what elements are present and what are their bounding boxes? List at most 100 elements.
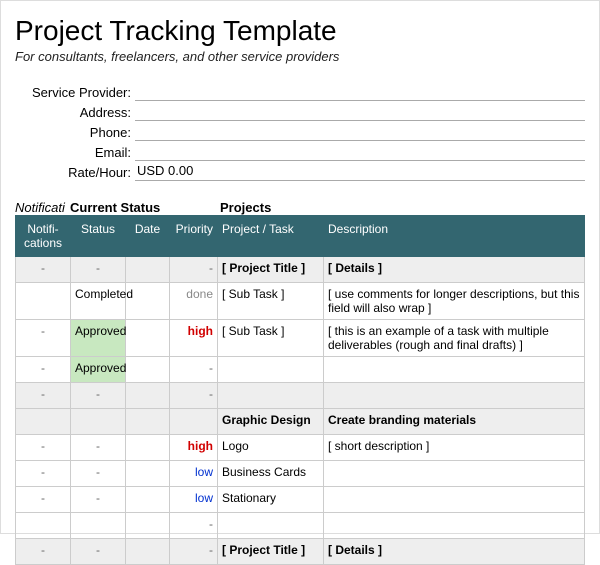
cell-status[interactable]: Completed (71, 283, 126, 320)
cell-project[interactable]: [ Project Title ] (218, 539, 324, 565)
col-date: Date (126, 216, 170, 257)
cell-project[interactable]: Graphic Design (218, 409, 324, 435)
cell-notif[interactable] (16, 409, 71, 435)
cell-notif[interactable] (16, 513, 71, 539)
cell-priority[interactable]: done (170, 283, 218, 320)
cell-desc[interactable] (324, 487, 585, 513)
group-projects: Projects (220, 200, 585, 215)
cell-status[interactable]: - (71, 383, 126, 409)
cell-status[interactable]: - (71, 487, 126, 513)
cell-desc[interactable] (324, 461, 585, 487)
cell-desc[interactable] (324, 513, 585, 539)
cell-status[interactable]: - (71, 461, 126, 487)
cell-status[interactable]: Approved (71, 320, 126, 357)
cell-project[interactable]: [ Sub Task ] (218, 283, 324, 320)
cell-priority[interactable]: - (170, 513, 218, 539)
cell-priority[interactable]: low (170, 487, 218, 513)
cell-notif[interactable]: - (16, 257, 71, 283)
cell-status[interactable] (71, 513, 126, 539)
table-section-row: Graphic DesignCreate branding materials (16, 409, 585, 435)
label-address: Address: (15, 105, 135, 120)
group-headers: Notificati Current Status Projects (15, 200, 585, 215)
table-section-row: ---[ Project Title ][ Details ] (16, 257, 585, 283)
cell-project[interactable]: Business Cards (218, 461, 324, 487)
cell-project[interactable] (218, 357, 324, 383)
cell-notif[interactable]: - (16, 539, 71, 565)
value-rate[interactable]: USD 0.00 (135, 163, 585, 181)
cell-notif[interactable]: - (16, 435, 71, 461)
cell-notif[interactable]: - (16, 357, 71, 383)
cell-notif[interactable]: - (16, 383, 71, 409)
label-email: Email: (15, 145, 135, 160)
value-address[interactable] (135, 103, 585, 121)
col-status: Status (71, 216, 126, 257)
label-rate: Rate/Hour: (15, 165, 135, 180)
cell-status[interactable] (71, 409, 126, 435)
label-phone: Phone: (15, 125, 135, 140)
project-table: Notifi-cations Status Date Priority Proj… (15, 215, 585, 565)
cell-status[interactable]: Approved (71, 357, 126, 383)
cell-desc[interactable]: [ Details ] (324, 539, 585, 565)
value-email[interactable] (135, 143, 585, 161)
cell-date[interactable] (126, 357, 170, 383)
page-subtitle: For consultants, freelancers, and other … (15, 49, 585, 64)
cell-priority[interactable]: high (170, 435, 218, 461)
value-phone[interactable] (135, 123, 585, 141)
cell-date[interactable] (126, 487, 170, 513)
table-row: -- lowStationary (16, 487, 585, 513)
cell-date[interactable] (126, 383, 170, 409)
cell-date[interactable] (126, 320, 170, 357)
cell-notif[interactable]: - (16, 461, 71, 487)
cell-project[interactable] (218, 513, 324, 539)
cell-priority[interactable]: - (170, 539, 218, 565)
cell-date[interactable] (126, 513, 170, 539)
cell-priority[interactable]: high (170, 320, 218, 357)
col-project: Project / Task (218, 216, 324, 257)
cell-date[interactable] (126, 539, 170, 565)
cell-desc[interactable] (324, 383, 585, 409)
cell-date[interactable] (126, 435, 170, 461)
cell-notif[interactable]: - (16, 320, 71, 357)
cell-date[interactable] (126, 409, 170, 435)
cell-date[interactable] (126, 461, 170, 487)
value-provider[interactable] (135, 83, 585, 101)
col-description: Description (324, 216, 585, 257)
cell-date[interactable] (126, 257, 170, 283)
table-row: - (16, 513, 585, 539)
table-row: -- highLogo[ short description ] (16, 435, 585, 461)
cell-priority[interactable]: - (170, 357, 218, 383)
cell-notif[interactable] (16, 283, 71, 320)
table-row: Completed done[ Sub Task ][ use comments … (16, 283, 585, 320)
cell-project[interactable]: Stationary (218, 487, 324, 513)
cell-status[interactable]: - (71, 257, 126, 283)
group-notifications: Notificati (15, 200, 70, 215)
col-priority: Priority (170, 216, 218, 257)
col-notifications: Notifi-cations (16, 216, 71, 257)
cell-priority[interactable]: - (170, 257, 218, 283)
cell-priority[interactable]: low (170, 461, 218, 487)
cell-project[interactable]: [ Sub Task ] (218, 320, 324, 357)
label-provider: Service Provider: (15, 85, 135, 100)
cell-notif[interactable]: - (16, 487, 71, 513)
group-status: Current Status (70, 200, 220, 215)
table-row: --- (16, 383, 585, 409)
table-header-row: Notifi-cations Status Date Priority Proj… (16, 216, 585, 257)
cell-status[interactable]: - (71, 539, 126, 565)
cell-priority[interactable] (170, 409, 218, 435)
table-row: -Approved- (16, 357, 585, 383)
cell-desc[interactable]: [ use comments for longer descriptions, … (324, 283, 585, 320)
table-section-row: ---[ Project Title ][ Details ] (16, 539, 585, 565)
cell-desc[interactable]: Create branding materials (324, 409, 585, 435)
cell-project[interactable]: Logo (218, 435, 324, 461)
table-row: -Approved high[ Sub Task ][ this is an ex… (16, 320, 585, 357)
cell-project[interactable]: [ Project Title ] (218, 257, 324, 283)
cell-priority[interactable]: - (170, 383, 218, 409)
provider-info: Service Provider: Address: Phone: Email:… (15, 82, 585, 182)
table-row: -- lowBusiness Cards (16, 461, 585, 487)
cell-desc[interactable]: [ this is an example of a task with mult… (324, 320, 585, 357)
cell-desc[interactable]: [ Details ] (324, 257, 585, 283)
cell-status[interactable]: - (71, 435, 126, 461)
cell-desc[interactable] (324, 357, 585, 383)
cell-project[interactable] (218, 383, 324, 409)
cell-desc[interactable]: [ short description ] (324, 435, 585, 461)
